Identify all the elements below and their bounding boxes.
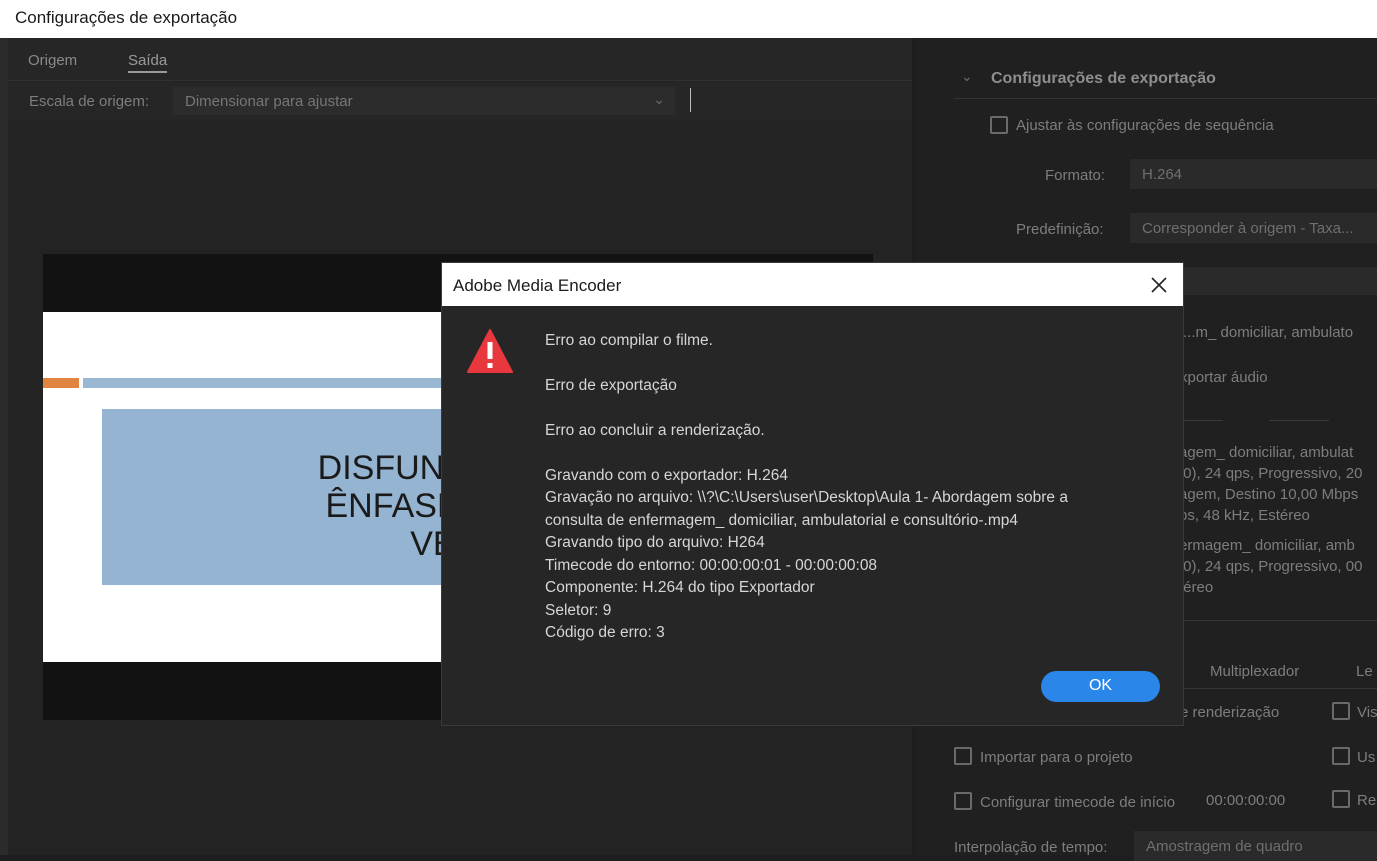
error-detail-file-1: Gravação no arquivo: \\?\C:\Users\user\D… — [545, 489, 1068, 506]
output-name-link[interactable]: ...m_ domiciliar, ambulato — [1183, 324, 1353, 341]
summary-line-2: ,0), 24 qps, Progressivo, 20 — [1179, 465, 1363, 482]
ok-button-label: OK — [1088, 677, 1113, 694]
export-audio-label: xportar áudio — [1180, 369, 1268, 386]
match-sequence-checkbox[interactable] — [990, 116, 1008, 134]
time-interpolation-label: Interpolação de tempo: — [954, 839, 1108, 856]
error-detail-file-2: consulta de enfermagem_ domiciliar, ambu… — [545, 512, 1018, 529]
slide-accent-orange — [43, 378, 79, 388]
summary-line-3: agem, Destino 10,00 Mbps — [1179, 486, 1359, 503]
window-title: Configurações de exportação — [15, 8, 238, 27]
error-detail-component: Componente: H.264 do tipo Exportador — [545, 579, 815, 596]
time-interpolation-value: Amostragem de quadro — [1146, 838, 1303, 855]
dialog-title-bar: Adobe Media Encoder — [442, 263, 1183, 306]
time-interpolation-dropdown[interactable]: Amostragem de quadro — [1134, 831, 1377, 861]
source-scale-dropdown[interactable]: Dimensionar para ajustar ⌄ — [173, 87, 675, 115]
left-edge-strip — [0, 38, 8, 855]
error-detail-filetype: Gravando tipo do arquivo: H264 — [545, 534, 765, 551]
tab-le[interactable]: Le — [1356, 663, 1373, 680]
vis-checkbox[interactable] — [1332, 702, 1350, 720]
error-detail-timecode: Timecode do entorno: 00:00:00:01 - 00:00… — [545, 557, 878, 574]
close-icon[interactable] — [1147, 273, 1171, 297]
tab-origem[interactable]: Origem — [28, 52, 77, 69]
error-detail-exporter: Gravando com o exportador: H.264 — [545, 467, 788, 484]
render-quality-label: e renderização — [1180, 704, 1280, 721]
source-line-2: ,0), 24 qps, Progressivo, 00 — [1179, 558, 1363, 575]
error-message-1: Erro ao compilar o filme. — [545, 332, 713, 349]
tab-multiplexer[interactable]: Multiplexador — [1210, 663, 1299, 680]
source-line-3: téreo — [1179, 579, 1214, 596]
error-detail-selector: Seletor: 9 — [545, 602, 612, 619]
preset-value: Corresponder à origem - Taxa... — [1142, 220, 1354, 237]
preview-tabs: Origem Saída — [8, 38, 912, 81]
import-project-checkbox[interactable] — [954, 747, 972, 765]
warning-icon — [467, 329, 513, 373]
start-timecode-checkbox[interactable] — [954, 792, 972, 810]
summary-line-4: ps, 48 kHz, Estéreo — [1179, 507, 1310, 524]
summary-line-1: agem_ domiciliar, ambulat — [1179, 444, 1354, 461]
re-label: Re — [1357, 792, 1377, 809]
ok-button[interactable]: OK — [1041, 671, 1160, 702]
source-scale-row: Escala de origem: Dimensionar para ajust… — [8, 82, 912, 120]
import-project-label: Importar para o projeto — [980, 749, 1133, 766]
preset-dropdown[interactable]: Corresponder à origem - Taxa... — [1130, 213, 1377, 243]
format-dropdown[interactable]: H.264 — [1130, 159, 1377, 189]
tab-saida[interactable]: Saída — [128, 52, 168, 73]
export-settings-title: Configurações de exportação — [991, 70, 1216, 87]
us-checkbox[interactable] — [1332, 747, 1350, 765]
divider — [954, 98, 1377, 99]
error-message-2: Erro de exportação — [545, 377, 677, 394]
text-cursor — [690, 88, 691, 112]
vis-label: Vis — [1357, 704, 1377, 721]
error-dialog: Adobe Media Encoder Erro ao compilar o f… — [442, 263, 1183, 725]
re-checkbox[interactable] — [1332, 790, 1350, 808]
match-sequence-label: Ajustar às configurações de sequência — [1016, 117, 1274, 134]
source-line-1: ermagem_ domiciliar, amb — [1179, 537, 1355, 554]
start-timecode-value[interactable]: 00:00:00:00 — [1206, 792, 1285, 809]
divider — [1183, 420, 1223, 421]
error-detail-code: Código de erro: 3 — [545, 624, 665, 641]
source-scale-value: Dimensionar para ajustar — [185, 93, 353, 110]
dialog-title: Adobe Media Encoder — [453, 276, 622, 295]
collapse-chevron-icon[interactable]: ⌄ — [961, 68, 973, 85]
format-label: Formato: — [1045, 167, 1106, 184]
source-scale-label: Escala de origem: — [29, 93, 150, 110]
preset-label: Predefinição: — [1016, 221, 1104, 238]
chevron-down-icon: ⌄ — [653, 91, 665, 107]
error-message-3: Erro ao concluir a renderização. — [545, 422, 765, 439]
format-value: H.264 — [1142, 166, 1183, 183]
us-label: Us — [1357, 749, 1376, 766]
window-title-bar: Configurações de exportação — [0, 0, 1377, 38]
start-timecode-label: Configurar timecode de início — [980, 794, 1176, 811]
divider — [1269, 420, 1329, 421]
